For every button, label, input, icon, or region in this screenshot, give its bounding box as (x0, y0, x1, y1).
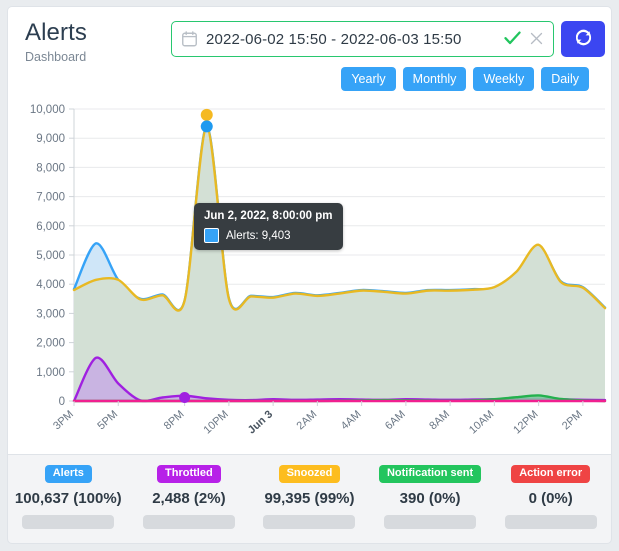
refresh-icon (574, 28, 593, 50)
y-axis-tick: 0 (59, 396, 65, 408)
page-subtitle: Dashboard (25, 50, 87, 64)
range-button-group: Yearly Monthly Weekly Daily (341, 67, 589, 91)
x-axis-tick: 8PM (162, 408, 187, 432)
stat-alerts[interactable]: Alerts 100,637 (100%) (8, 465, 129, 529)
alerts-chart-card: Alerts Dashboard 2022-06-02 15:50 - 2022… (7, 6, 612, 454)
x-axis-tick: 6AM (383, 408, 408, 432)
x-axis-tick: Jun 3 (246, 408, 275, 436)
stat-value: 0 (0%) (528, 490, 573, 507)
progress-bar (504, 515, 597, 529)
calendar-icon (182, 31, 197, 47)
y-axis-tick: 7,000 (36, 192, 65, 204)
dashboard-page: Alerts Dashboard 2022-06-02 15:50 - 2022… (0, 0, 619, 551)
stat-snoozed[interactable]: Snoozed 99,395 (99%) (249, 465, 370, 529)
tooltip-color-swatch (204, 228, 219, 243)
range-button-weekly[interactable]: Weekly (473, 67, 535, 91)
x-axis-tick: 2PM (560, 408, 585, 432)
status-badge[interactable]: Alerts (44, 465, 92, 483)
title-block: Alerts Dashboard (25, 19, 87, 65)
refresh-button[interactable] (561, 21, 605, 57)
close-icon[interactable] (530, 31, 543, 48)
y-axis-tick: 2,000 (36, 338, 65, 350)
range-button-daily[interactable]: Daily (541, 67, 589, 91)
legend-summary-bar: Alerts 100,637 (100%) Throttled 2,488 (2… (7, 454, 612, 544)
x-axis-tick: 8AM (427, 408, 452, 432)
card-header: Alerts Dashboard 2022-06-02 15:50 - 2022… (8, 7, 611, 95)
tooltip-series-row: Alerts: 9,403 (204, 228, 332, 243)
stat-value: 390 (0%) (399, 490, 461, 507)
range-button-monthly[interactable]: Monthly (402, 67, 467, 91)
x-axis-tick: 3PM (51, 408, 76, 432)
y-axis-tick: 9,000 (36, 133, 65, 145)
y-axis-tick: 5,000 (36, 250, 65, 262)
progress-bar (263, 515, 356, 529)
date-range-value[interactable]: 2022-06-02 15:50 - 2022-06-03 15:50 (206, 31, 504, 48)
status-badge[interactable]: Throttled (157, 465, 221, 483)
status-badge[interactable]: Snoozed (278, 465, 341, 483)
alerts-area-chart[interactable]: 0 1,000 2,000 3,000 4,000 5,000 6,000 7,000 8,00… (8, 95, 611, 453)
chart-highlight-point-snoozed[interactable] (200, 108, 213, 121)
date-range-picker[interactable]: 2022-06-02 15:50 - 2022-06-03 15:50 (171, 21, 554, 57)
progress-bar (142, 515, 235, 529)
tooltip-series-label: Alerts: 9,403 (226, 229, 291, 242)
chart-highlight-point-throttled[interactable] (179, 391, 191, 403)
y-axis-tick: 3,000 (36, 308, 65, 320)
y-axis-tick: 4,000 (36, 279, 65, 291)
x-axis-tick: 10AM (467, 408, 496, 436)
progress-bar (22, 515, 115, 529)
x-axis-tick: 10PM (201, 408, 230, 436)
stat-value: 2,488 (2%) (152, 490, 226, 507)
y-axis-tick: 6,000 (36, 221, 65, 233)
chart-canvas[interactable]: 0 1,000 2,000 3,000 4,000 5,000 6,000 7,000 8,00… (8, 95, 611, 453)
stat-value: 99,395 (99%) (264, 490, 355, 507)
status-badge[interactable]: Notification sent (378, 465, 482, 483)
x-axis-tick: 4AM (339, 408, 364, 432)
check-icon[interactable] (504, 30, 521, 49)
stat-value: 100,637 (100%) (14, 490, 122, 507)
chart-highlight-point-alerts[interactable] (200, 120, 213, 133)
y-axis-tick: 8,000 (36, 162, 65, 174)
x-axis-tick: 5PM (95, 408, 120, 432)
range-button-yearly[interactable]: Yearly (341, 67, 396, 91)
page-title: Alerts (25, 19, 87, 46)
y-axis-tick: 1,000 (36, 367, 65, 379)
stat-notification-sent[interactable]: Notification sent 390 (0%) (370, 465, 491, 529)
stat-throttled[interactable]: Throttled 2,488 (2%) (129, 465, 250, 529)
x-axis-tick: 12PM (511, 408, 540, 436)
y-axis-tick: 10,000 (30, 104, 65, 116)
series-area-snoozed (74, 127, 605, 402)
stat-action-error[interactable]: Action error 0 (0%) (490, 465, 611, 529)
tooltip-title: Jun 2, 2022, 8:00:00 pm (204, 210, 333, 222)
x-axis-tick: 2AM (295, 408, 320, 432)
status-badge[interactable]: Action error (511, 465, 591, 483)
progress-bar (384, 515, 477, 529)
chart-tooltip: Jun 2, 2022, 8:00:00 pm Alerts: 9,403 (194, 203, 344, 250)
